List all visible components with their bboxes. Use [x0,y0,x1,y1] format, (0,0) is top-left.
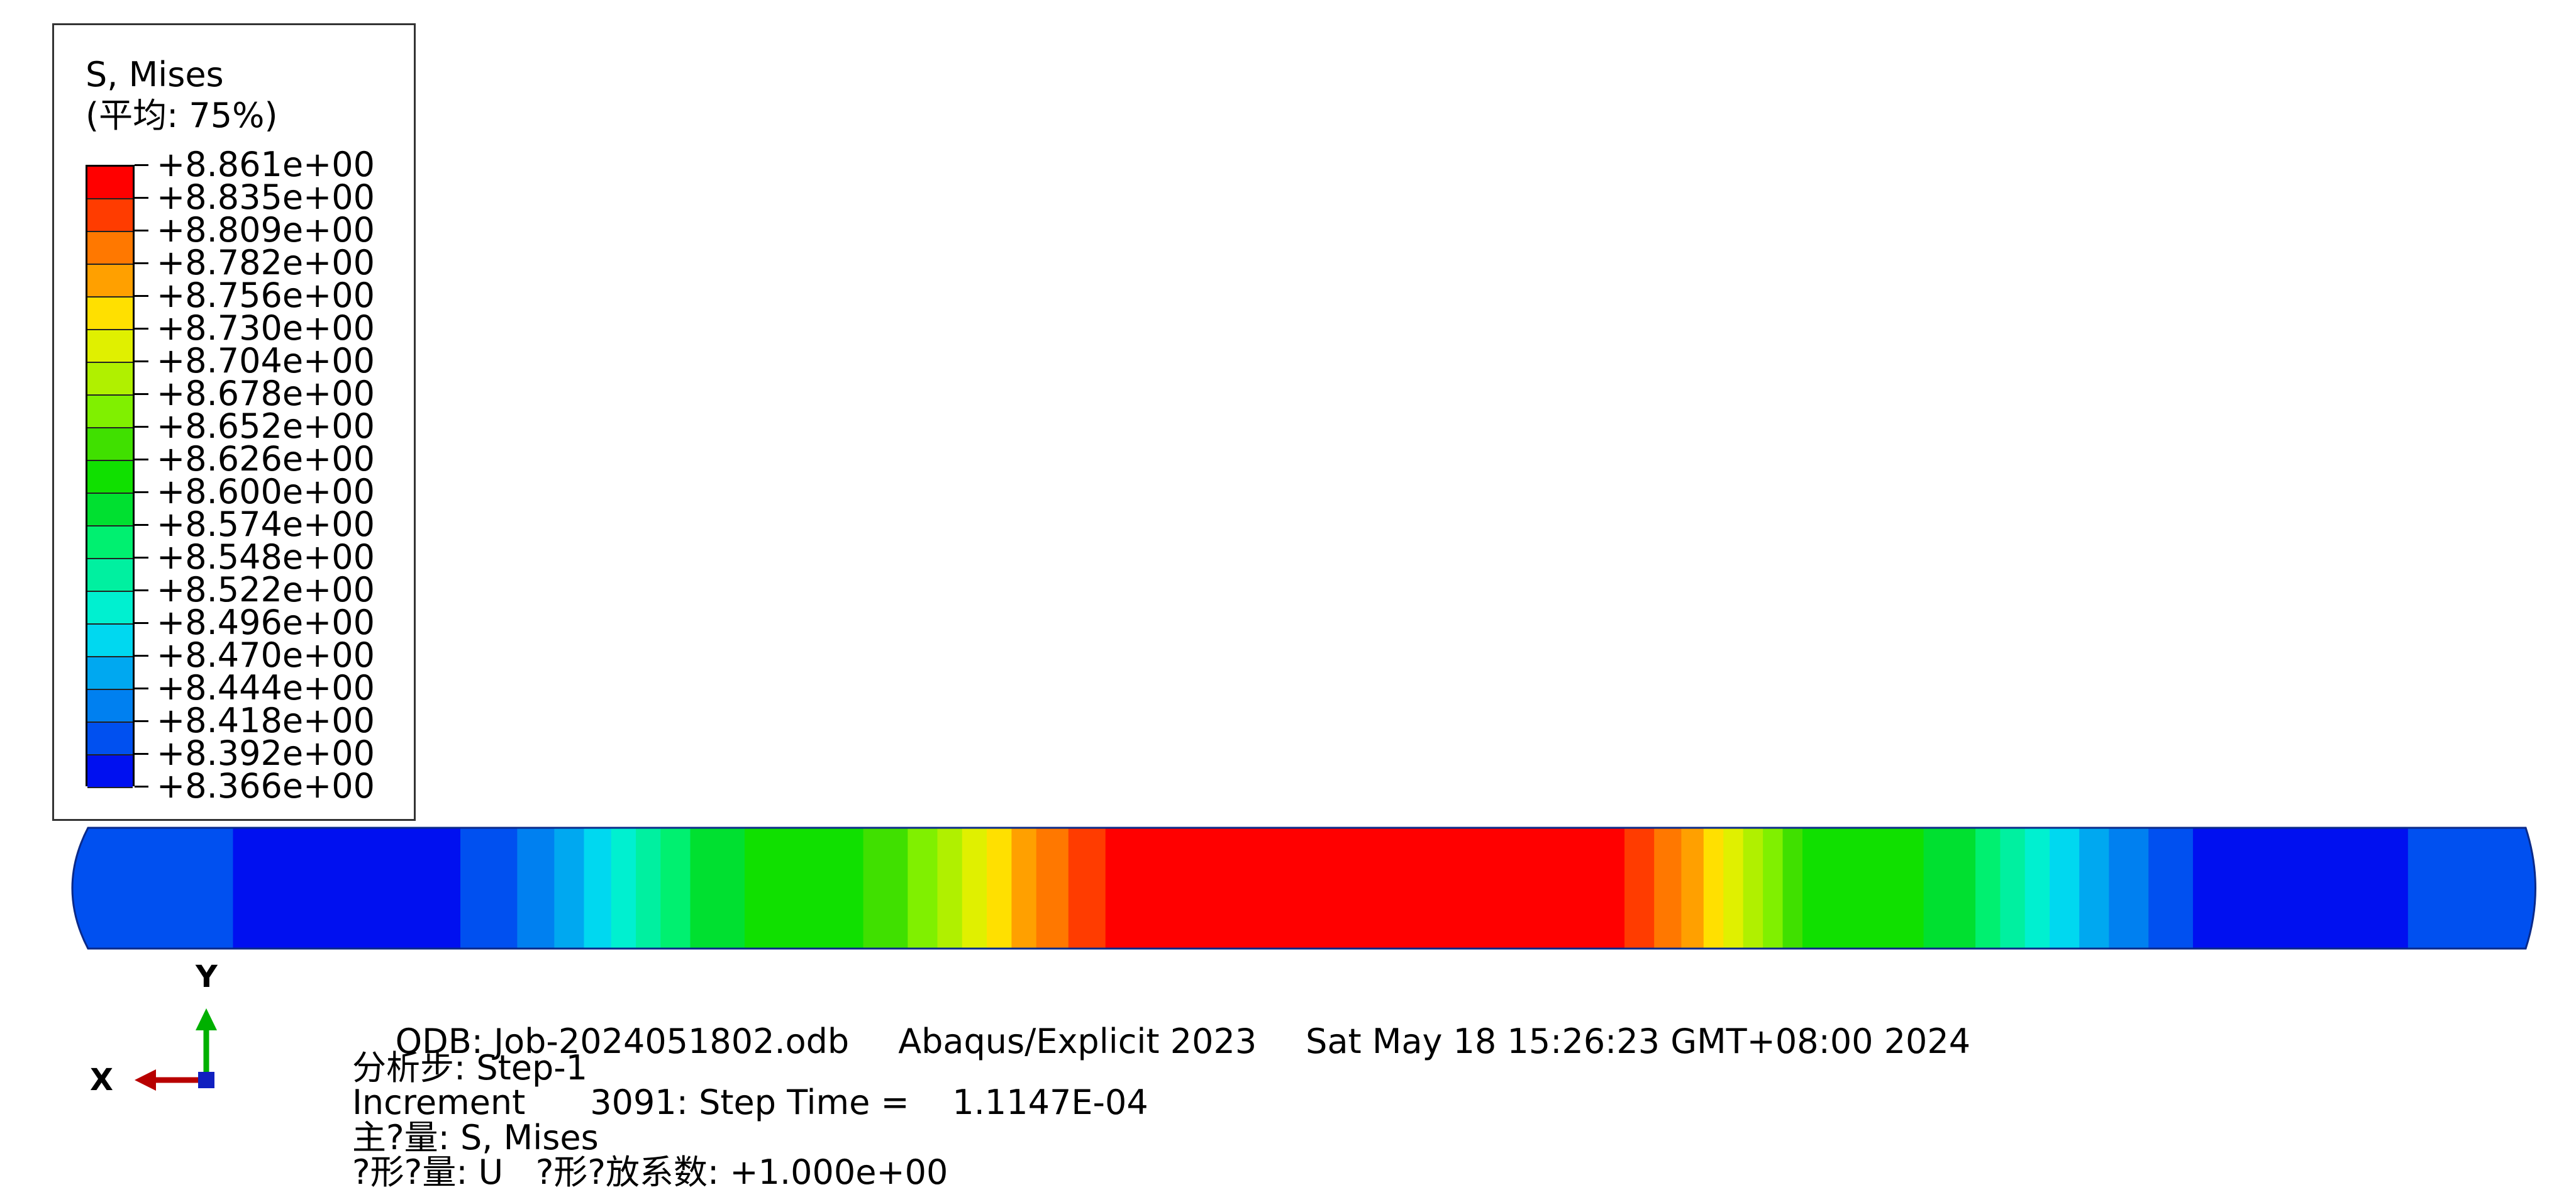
increment-info: Increment 3091: Step Time = 1.1147E-04 [352,1083,1148,1122]
abaqus-viewport[interactable]: S, Mises (平均: 75%) +8.861e+00 +8.835e+00 +… [0,0,2576,1189]
triad-y-label: Y [196,959,218,994]
odb-info-line: ODB: Job-2024051802.odb Abaqus/Explicit 2… [352,991,1970,1093]
solver-version: Abaqus/Explicit 2023 [898,1022,1257,1061]
y-axis-arrowhead [196,1008,217,1030]
primary-variable-info: 主?量: S, Mises [352,1118,599,1157]
odb-date: Sat May 18 15:26:23 GMT+08:00 2024 [1306,1022,1971,1061]
triad-x-label: X [90,1062,114,1098]
z-axis-marker [198,1072,214,1088]
step-info: 分析步: Step-1 [352,1048,588,1088]
x-axis-arrowhead [135,1069,156,1091]
